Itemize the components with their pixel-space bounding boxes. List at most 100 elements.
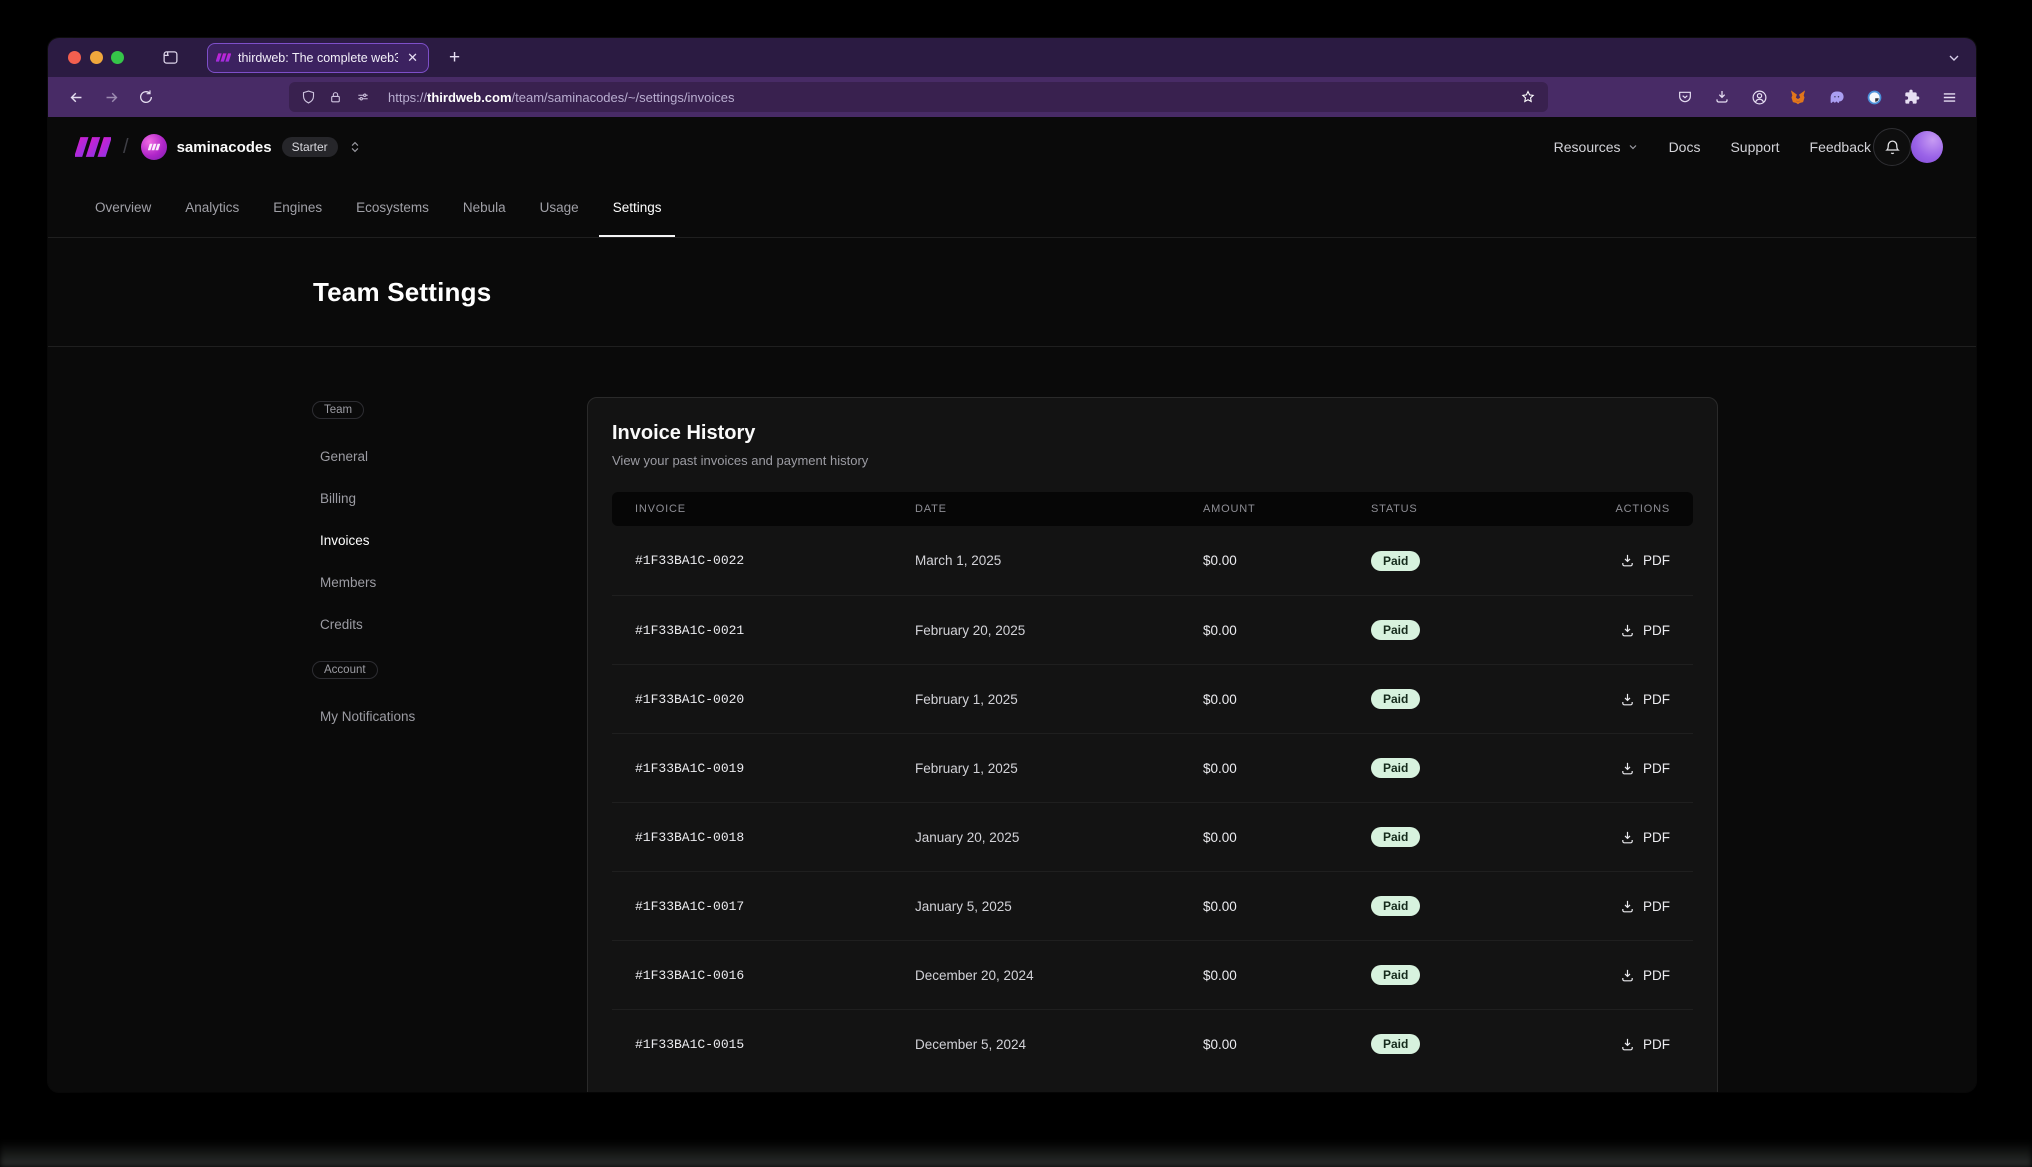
forward-icon[interactable] — [97, 83, 125, 111]
thirdweb-dashboard: / saminacodes Starter — [48, 117, 1976, 1092]
status-badge: Paid — [1371, 827, 1420, 847]
sidebar-item[interactable]: Credits — [312, 603, 552, 645]
extensions-puzzle-icon[interactable] — [1904, 89, 1920, 105]
download-pdf-button[interactable]: PDF — [1620, 830, 1670, 845]
download-pdf-button[interactable]: PDF — [1620, 968, 1670, 983]
header-nav-link[interactable]: Docs — [1669, 139, 1701, 155]
download-pdf-button[interactable]: PDF — [1620, 623, 1670, 638]
dashboard-tab[interactable]: Engines — [259, 177, 336, 237]
breadcrumb-slash: / — [123, 136, 129, 159]
invoice-number: #1F33BA1C-0019 — [635, 761, 915, 776]
invoice-row: #1F33BA1C-0015 December 5, 2024 $0.00 Pa… — [612, 1009, 1693, 1078]
invoice-amount: $0.00 — [1203, 968, 1371, 983]
status-badge: Paid — [1371, 896, 1420, 916]
sidebar-item[interactable]: Members — [312, 561, 552, 603]
invoice-row: #1F33BA1C-0022 March 1, 2025 $0.00 Paid … — [612, 526, 1693, 595]
list-all-tabs-chevron-icon[interactable] — [1946, 50, 1962, 66]
toolbar-extensions — [1677, 89, 1962, 106]
dashboard-tab[interactable]: Nebula — [449, 177, 520, 237]
invoice-row: #1F33BA1C-0021 February 20, 2025 $0.00 P… — [612, 595, 1693, 664]
sidebar-item[interactable]: General — [312, 435, 552, 477]
sidebar-item[interactable]: My Notifications — [312, 695, 552, 737]
sidebar-item[interactable]: Billing — [312, 477, 552, 519]
team-name[interactable]: saminacodes — [177, 139, 272, 156]
account-icon[interactable] — [1751, 89, 1768, 106]
tracking-protection-shield-icon[interactable] — [301, 89, 316, 105]
browser-toolbar: https://thirdweb.com/team/saminacodes/~/… — [48, 77, 1976, 117]
invoice-date: January 5, 2025 — [915, 899, 1203, 914]
menu-hamburger-icon[interactable] — [1941, 89, 1958, 106]
url-protocol: https:// — [388, 90, 427, 105]
new-tab-button[interactable]: + — [443, 47, 466, 69]
download-icon — [1620, 968, 1635, 983]
lock-icon[interactable] — [329, 90, 342, 105]
download-pdf-button[interactable]: PDF — [1620, 761, 1670, 776]
url-domain: thirdweb.com — [427, 90, 512, 105]
header-nav-link[interactable]: Feedback — [1810, 139, 1871, 155]
invoice-number: #1F33BA1C-0020 — [635, 692, 915, 707]
status-badge: Paid — [1371, 551, 1420, 571]
dashboard-tab[interactable]: Usage — [526, 177, 593, 237]
header-nav-link[interactable]: Resources — [1554, 139, 1639, 155]
invoice-date: January 20, 2025 — [915, 830, 1203, 845]
dashboard-tab[interactable]: Analytics — [171, 177, 253, 237]
downloads-icon[interactable] — [1714, 89, 1730, 105]
user-avatar[interactable] — [1911, 131, 1943, 163]
dashboard-header: / saminacodes Starter — [48, 117, 1976, 177]
column-status: STATUS — [1371, 503, 1616, 515]
download-pdf-button[interactable]: PDF — [1620, 553, 1670, 568]
metamask-icon[interactable] — [1789, 89, 1807, 106]
browser-tab-bar: thirdweb: The complete web3 d ✕ + — [48, 38, 1976, 77]
thirdweb-logo[interactable] — [75, 136, 111, 158]
sidebar-account-list: My Notifications — [312, 695, 552, 737]
status-badge: Paid — [1371, 620, 1420, 640]
header-nav-link[interactable]: Support — [1730, 139, 1779, 155]
permissions-icon[interactable] — [355, 90, 371, 104]
download-pdf-button[interactable]: PDF — [1620, 692, 1670, 707]
invoice-date: March 1, 2025 — [915, 553, 1203, 568]
dashboard-tabs: Overview Analytics Engines Ecosystems Ne… — [48, 177, 1976, 238]
invoice-table-body: #1F33BA1C-0022 March 1, 2025 $0.00 Paid … — [612, 526, 1693, 1078]
invoice-number: #1F33BA1C-0022 — [635, 553, 915, 568]
bookmark-star-icon[interactable] — [1520, 89, 1536, 105]
extension-icon[interactable] — [1866, 89, 1883, 106]
browser-tab[interactable]: thirdweb: The complete web3 d ✕ — [207, 43, 429, 73]
back-icon[interactable] — [62, 83, 90, 111]
firefox-view-icon[interactable] — [162, 49, 179, 66]
dashboard-tab[interactable]: Overview — [81, 177, 165, 237]
dashboard-tab[interactable]: Ecosystems — [342, 177, 443, 237]
team-avatar[interactable] — [141, 134, 167, 160]
invoice-date: February 20, 2025 — [915, 623, 1203, 638]
invoice-number: #1F33BA1C-0015 — [635, 1037, 915, 1052]
invoice-row: #1F33BA1C-0020 February 1, 2025 $0.00 Pa… — [612, 664, 1693, 733]
download-pdf-button[interactable]: PDF — [1620, 1037, 1670, 1052]
zoom-window-button[interactable] — [111, 51, 124, 64]
download-icon — [1620, 761, 1635, 776]
download-pdf-button[interactable]: PDF — [1620, 899, 1670, 914]
invoice-date: December 5, 2024 — [915, 1037, 1203, 1052]
chevron-down-icon — [1627, 141, 1639, 153]
sidebar-item[interactable]: Invoices — [312, 519, 552, 561]
invoice-amount: $0.00 — [1203, 761, 1371, 776]
status-badge: Paid — [1371, 689, 1420, 709]
notifications-bell-button[interactable] — [1873, 128, 1911, 166]
close-window-button[interactable] — [68, 51, 81, 64]
column-actions: ACTIONS — [1616, 503, 1671, 515]
close-tab-icon[interactable]: ✕ — [405, 49, 420, 66]
download-icon — [1620, 830, 1635, 845]
desktop-wallpaper-glow — [0, 1141, 2032, 1167]
url-text: https://thirdweb.com/team/saminacodes/~/… — [388, 90, 1507, 105]
page-title: Team Settings — [313, 277, 491, 308]
minimize-window-button[interactable] — [90, 51, 103, 64]
pocket-icon[interactable] — [1677, 89, 1693, 105]
address-bar[interactable]: https://thirdweb.com/team/saminacodes/~/… — [289, 82, 1548, 112]
dashboard-tab[interactable]: Settings — [599, 177, 676, 237]
download-icon — [1620, 899, 1635, 914]
bell-icon — [1884, 139, 1901, 156]
invoice-row: #1F33BA1C-0017 January 5, 2025 $0.00 Pai… — [612, 871, 1693, 940]
window-controls — [68, 51, 124, 64]
team-switcher-chevrons-icon[interactable] — [348, 139, 362, 155]
settings-sidebar: Team General Billing Invoices Members Cr… — [312, 400, 552, 737]
reload-icon[interactable] — [132, 83, 160, 111]
phantom-icon[interactable] — [1828, 89, 1845, 106]
